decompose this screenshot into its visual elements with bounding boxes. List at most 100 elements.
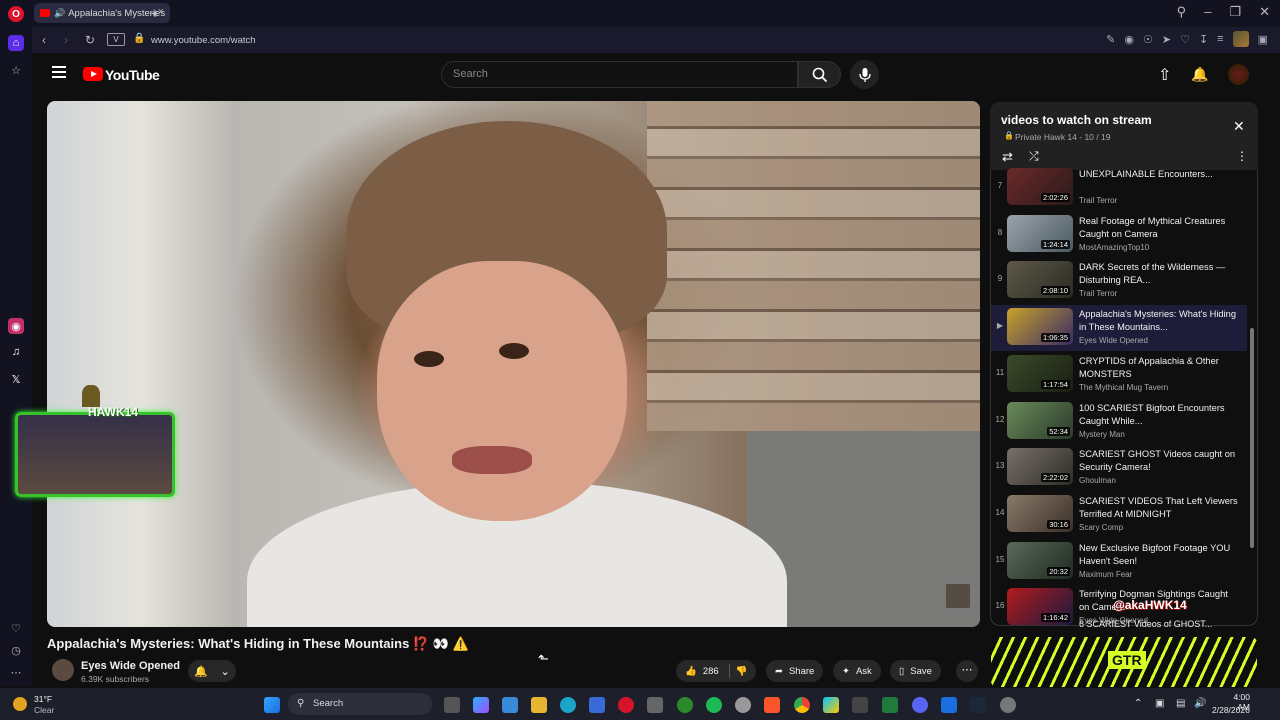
- play-store-icon[interactable]: [823, 697, 839, 713]
- edge-icon[interactable]: [560, 697, 576, 713]
- playlist-item-title[interactable]: New Exclusive Bigfoot Footage YOU Haven'…: [1079, 542, 1239, 568]
- playlist-item-thumbnail[interactable]: 52:34: [1007, 401, 1073, 439]
- youtube-logo-icon[interactable]: [83, 67, 103, 81]
- task-view-icon[interactable]: [444, 697, 460, 713]
- playlist-item[interactable]: 11 1:17:54 CRYPTIDS of Appalachia & Other …: [991, 352, 1247, 398]
- playlist-scrollbar[interactable]: [1250, 328, 1254, 548]
- xbox-icon[interactable]: [677, 697, 693, 713]
- file-explorer-icon[interactable]: [531, 697, 547, 713]
- lock-icon[interactable]: 🔒: [133, 33, 145, 44]
- more-actions-button[interactable]: ⋯: [956, 660, 978, 682]
- playlist-title[interactable]: videos to watch on stream: [1001, 113, 1152, 127]
- star-icon[interactable]: ☆: [8, 62, 24, 78]
- save-button[interactable]: ▯ Save: [890, 660, 941, 682]
- playlist-item-thumbnail[interactable]: 2:08:10: [1007, 261, 1073, 299]
- brave-icon[interactable]: [764, 697, 780, 713]
- discord-icon[interactable]: [912, 697, 928, 713]
- playlist-item-channel[interactable]: The Mythical Mug Tavern: [1079, 383, 1168, 392]
- store-icon[interactable]: [589, 697, 605, 713]
- playlist-item-title[interactable]: Real Footage of Mythical Creatures Caugh…: [1079, 215, 1239, 241]
- voice-search-button[interactable]: [850, 60, 879, 89]
- search-input[interactable]: Search: [441, 61, 798, 88]
- channel-watermark[interactable]: [945, 583, 971, 609]
- playlist-item-title[interactable]: SCARIEST VIDEOS That Left Viewers Terrif…: [1079, 495, 1239, 521]
- loop-icon[interactable]: ⇄: [1002, 149, 1013, 165]
- playlist-item-thumbnail[interactable]: 20:32: [1007, 541, 1073, 579]
- playlist-item[interactable]: ▶ 1:06:35 Appalachia's Mysteries: What's H…: [991, 305, 1247, 352]
- channel-avatar[interactable]: [52, 659, 74, 681]
- widgets-icon[interactable]: [502, 697, 518, 713]
- subscription-bell-button[interactable]: 🔔 ⌄: [188, 660, 236, 682]
- playlist-item-thumbnail[interactable]: 1:24:14: [1007, 214, 1073, 252]
- minimize-icon[interactable]: –: [1204, 4, 1211, 20]
- heart-sidebar-icon[interactable]: ♡: [8, 620, 24, 636]
- playlist-item-title[interactable]: 100 SCARIEST Bigfoot Encounters Caught W…: [1079, 402, 1239, 428]
- forward-icon[interactable]: ›: [64, 33, 68, 47]
- network-icon[interactable]: ▤: [1176, 698, 1185, 709]
- instagram-icon[interactable]: ◉: [8, 318, 24, 334]
- playlist-item[interactable]: 13 2:22:02 SCARIEST GHOST Videos caught on…: [991, 445, 1247, 491]
- tray-app-icon[interactable]: ▣: [1155, 698, 1164, 709]
- notifications-bell-icon[interactable]: 🔔: [1191, 66, 1208, 83]
- view-badge[interactable]: V: [107, 33, 125, 46]
- playlist-item[interactable]: 12 52:34 100 SCARIEST Bigfoot Encounters C…: [991, 399, 1247, 445]
- playlist-item[interactable]: 8 1:24:14 Real Footage of Mythical Creatur…: [991, 212, 1247, 258]
- playlist-item-thumbnail[interactable]: 1:17:54: [1007, 354, 1073, 392]
- playlist-item-title[interactable]: CRYPTIDS of Appalachia & Other MONSTERS: [1079, 355, 1239, 381]
- playlist-item-thumbnail[interactable]: 2:22:02: [1007, 448, 1073, 486]
- playlist-item-partial-title[interactable]: 6 SCARIEST Videos of GHOST...: [1079, 619, 1229, 627]
- weather-moon-icon[interactable]: [13, 697, 27, 711]
- playlist-item-thumbnail[interactable]: 2:02:26: [1007, 168, 1073, 205]
- playlist-item-channel[interactable]: Scary Comp: [1079, 523, 1123, 532]
- app-icon[interactable]: [1000, 697, 1016, 713]
- edit-icon[interactable]: ✎: [1106, 33, 1115, 46]
- x-twitter-icon[interactable]: 𝕏: [8, 371, 24, 387]
- new-tab-button[interactable]: +: [151, 5, 159, 21]
- chrome-icon[interactable]: [794, 697, 810, 713]
- menu-icon[interactable]: ≡: [1217, 33, 1223, 45]
- restore-icon[interactable]: ❐: [1229, 4, 1241, 20]
- playlist-item-title[interactable]: SCARIEST GHOST Videos caught on Security…: [1079, 448, 1239, 474]
- taskbar-date[interactable]: 2/28/2026: [1212, 705, 1250, 715]
- playlist-item-thumbnail[interactable]: 1:16:42: [1007, 588, 1073, 626]
- profile-avatar[interactable]: [1232, 31, 1249, 47]
- close-window-icon[interactable]: ✕: [1259, 4, 1270, 20]
- extensions-cube-icon[interactable]: ▣: [1258, 33, 1268, 46]
- youtube-logo-text[interactable]: YouTube: [105, 67, 160, 83]
- spotify-icon[interactable]: [706, 697, 722, 713]
- send-icon[interactable]: ➤: [1162, 33, 1171, 46]
- like-button[interactable]: 👍 286 👎: [676, 660, 756, 682]
- tray-chevron-icon[interactable]: ⌃: [1134, 698, 1142, 709]
- settings-gear-icon[interactable]: [735, 697, 751, 713]
- tiktok-icon[interactable]: ♫: [8, 344, 24, 360]
- playlist-item-thumbnail[interactable]: 30:16: [1007, 494, 1073, 532]
- opera-logo[interactable]: O: [8, 6, 24, 22]
- browser-tab[interactable]: 🔊 Appalachia's Mysteries ×: [34, 3, 170, 23]
- playlist-item-title[interactable]: UNEXPLAINABLE Encounters...: [1079, 168, 1239, 194]
- playlist-item[interactable]: 14 30:16 SCARIEST VIDEOS That Left Viewers…: [991, 492, 1247, 538]
- url-text[interactable]: www.youtube.com/watch: [151, 35, 256, 46]
- steam-icon[interactable]: [970, 697, 986, 713]
- more-sidebar-icon[interactable]: ⋯: [8, 664, 24, 680]
- speaker-icon[interactable]: 🔊: [54, 8, 65, 19]
- account-avatar[interactable]: [1228, 64, 1249, 85]
- weather-temperature[interactable]: 31°F: [34, 694, 52, 704]
- playlist-item[interactable]: 7 2:02:26 UNEXPLAINABLE Encounters... Trail…: [991, 165, 1247, 211]
- home-icon[interactable]: ⌂: [8, 35, 24, 51]
- app-icon[interactable]: [941, 697, 957, 713]
- shield-icon[interactable]: ☉: [1143, 33, 1153, 46]
- hamburger-menu-icon[interactable]: [52, 66, 66, 78]
- upload-icon[interactable]: ⇧: [1158, 65, 1171, 85]
- heart-icon[interactable]: ♡: [1180, 33, 1190, 46]
- back-icon[interactable]: ‹: [42, 33, 46, 47]
- playlist-item[interactable]: 15 20:32 New Exclusive Bigfoot Footage YOU…: [991, 539, 1247, 585]
- thumbs-down-icon[interactable]: 👎: [736, 666, 748, 677]
- close-playlist-icon[interactable]: ✕: [1233, 118, 1245, 135]
- channel-name[interactable]: Eyes Wide Opened: [81, 660, 180, 672]
- playlist-item-title[interactable]: Appalachia's Mysteries: What's Hiding in…: [1079, 308, 1239, 334]
- ask-button[interactable]: ✦ Ask: [833, 660, 881, 682]
- shuffle-icon[interactable]: ⤮: [1029, 149, 1039, 164]
- video-player[interactable]: [47, 101, 980, 627]
- history-icon[interactable]: ◷: [8, 642, 24, 658]
- share-button[interactable]: ➦ Share: [766, 660, 824, 682]
